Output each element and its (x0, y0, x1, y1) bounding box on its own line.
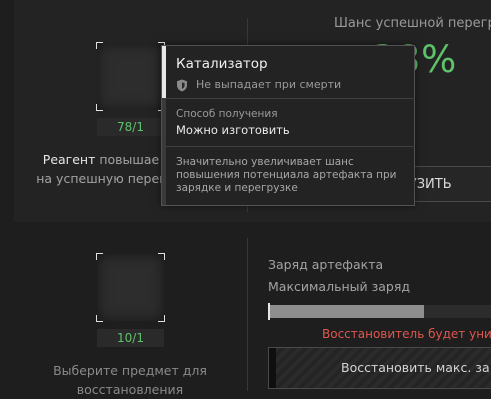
tooltip-side-bar (162, 98, 166, 205)
tooltip-drop-status: Не выпадает при смерти (196, 78, 342, 91)
select-item-hint: Выберите предмет для восстановления (40, 361, 220, 399)
tooltip-separator (166, 98, 415, 99)
select-hint-line1: Выберите предмет для (53, 363, 207, 378)
tooltip-separator (166, 146, 415, 147)
slot-corner (96, 42, 103, 49)
restorer-warning: Восстановитель будет унич (322, 327, 491, 341)
max-charge-bar-fill (268, 305, 425, 318)
slot-corner (96, 253, 103, 260)
restore-item-slot[interactable] (96, 253, 165, 322)
reagent-line1: повышае (95, 152, 160, 167)
restore-max-charge-button[interactable]: Восстановить макс. за (268, 347, 491, 389)
tooltip-title: Катализатор (176, 56, 268, 72)
restore-divider (247, 238, 248, 391)
item-tooltip: Катализатор Не выпадает при смерти Спосо… (161, 45, 415, 206)
restore-item-count: 10/1 (97, 329, 164, 347)
reagent-description: Реагент повышае на успешную перег (26, 150, 176, 188)
success-chance-label: Шанс успешной перегр (334, 16, 491, 31)
slot-corner (96, 315, 103, 322)
slot-corner (96, 104, 103, 111)
reagent-line2: на успешную перег (36, 171, 166, 186)
tooltip-source-value: Можно изготовить (176, 123, 290, 137)
shield-icon (177, 79, 187, 92)
slot-corner (158, 315, 165, 322)
slot-corner (158, 253, 165, 260)
select-hint-line2: восстановления (76, 382, 184, 397)
reagent-count: 78/1 (97, 118, 164, 136)
tooltip-accent-bar (162, 46, 166, 98)
reagent-slot[interactable] (96, 42, 165, 111)
tooltip-source-label: Способ получения (176, 108, 278, 120)
reagent-name: Реагент (42, 152, 96, 167)
max-charge-bar-marker (268, 303, 270, 320)
max-charge-bar (268, 303, 491, 320)
restore-button-label: Восстановить макс. за (341, 360, 490, 375)
artifact-charge-label: Заряд артефакта (268, 257, 384, 272)
tooltip-description: Значительно увеличивает шанс повышения п… (176, 156, 397, 194)
restore-button-edge (269, 348, 276, 388)
max-charge-label: Максимальный заряд (268, 279, 410, 294)
